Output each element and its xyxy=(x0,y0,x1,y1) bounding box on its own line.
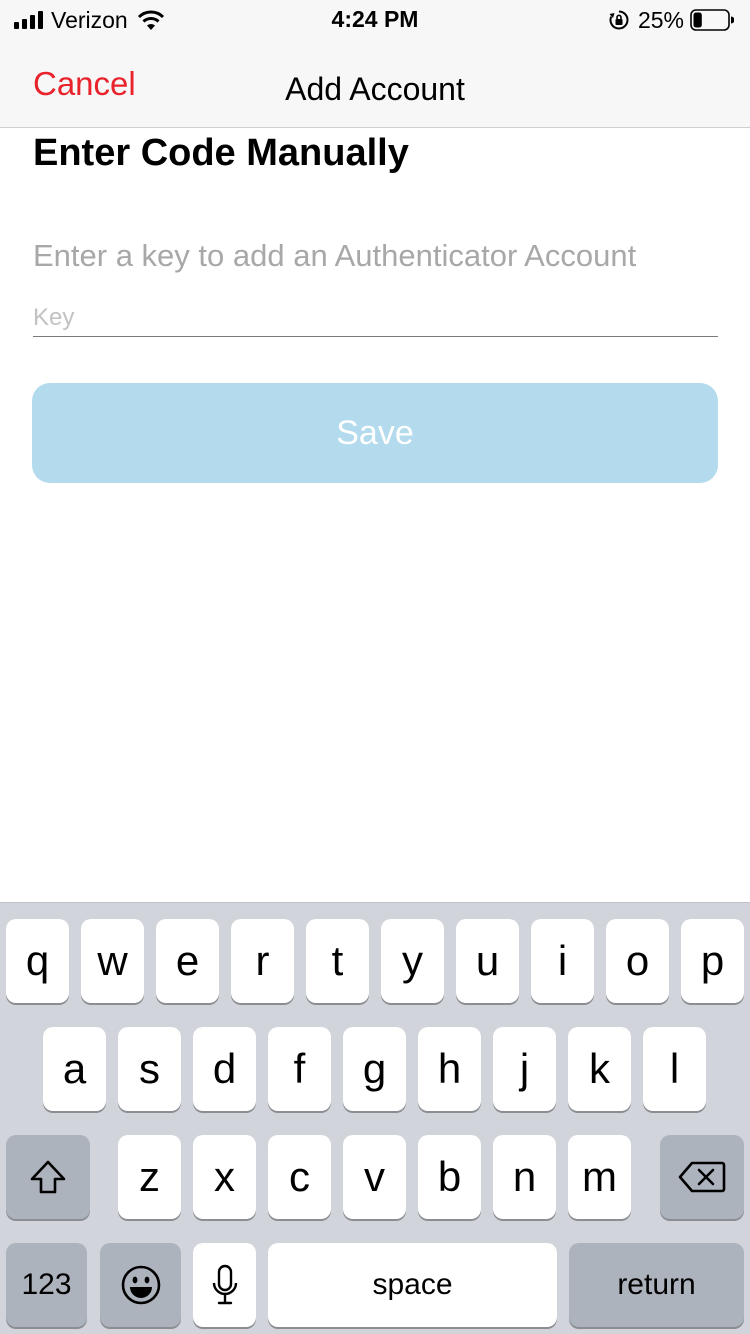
key-e[interactable]: e xyxy=(156,919,219,1003)
key-b[interactable]: b xyxy=(418,1135,481,1219)
instruction-text: Enter a key to add an Authenticator Acco… xyxy=(33,238,637,273)
key-p[interactable]: p xyxy=(681,919,744,1003)
key-m[interactable]: m xyxy=(568,1135,631,1219)
dictation-key[interactable] xyxy=(193,1243,256,1327)
key-t[interactable]: t xyxy=(306,919,369,1003)
key-y[interactable]: y xyxy=(381,919,444,1003)
key-g[interactable]: g xyxy=(343,1027,406,1111)
nav-title: Add Account xyxy=(285,71,465,107)
numbers-key[interactable]: 123 xyxy=(6,1243,87,1327)
key-l[interactable]: l xyxy=(643,1027,706,1111)
page-title: Enter Code Manually xyxy=(33,132,409,174)
key-o[interactable]: o xyxy=(606,919,669,1003)
key-h[interactable]: h xyxy=(418,1027,481,1111)
key-c[interactable]: c xyxy=(268,1135,331,1219)
key-z[interactable]: z xyxy=(118,1135,181,1219)
battery-percent: 25% xyxy=(637,6,684,33)
key-i[interactable]: i xyxy=(531,919,594,1003)
save-button[interactable]: Save xyxy=(32,383,718,483)
key-s[interactable]: s xyxy=(118,1027,181,1111)
microphone-icon xyxy=(212,1264,237,1305)
shift-key[interactable] xyxy=(6,1135,90,1219)
shift-icon xyxy=(30,1160,66,1194)
key-a[interactable]: a xyxy=(43,1027,106,1111)
space-key[interactable]: space xyxy=(268,1243,557,1327)
rotation-lock-icon xyxy=(609,10,629,30)
return-key[interactable]: return xyxy=(569,1243,744,1327)
key-input[interactable] xyxy=(33,299,718,337)
key-v[interactable]: v xyxy=(343,1135,406,1219)
key-q[interactable]: q xyxy=(6,919,69,1003)
key-w[interactable]: w xyxy=(81,919,144,1003)
emoji-key[interactable] xyxy=(100,1243,181,1327)
delete-icon xyxy=(678,1161,726,1193)
key-r[interactable]: r xyxy=(231,919,294,1003)
delete-key[interactable] xyxy=(660,1135,744,1219)
status-right: 25% xyxy=(608,6,734,34)
key-k[interactable]: k xyxy=(568,1027,631,1111)
navigation-bar: Cancel Add Account xyxy=(0,40,750,128)
key-f[interactable]: f xyxy=(268,1027,331,1111)
key-n[interactable]: n xyxy=(493,1135,556,1219)
battery-icon xyxy=(690,9,734,31)
keyboard: q w e r t y u i o p a s d f g h j k l z … xyxy=(0,902,750,1334)
key-x[interactable]: x xyxy=(193,1135,256,1219)
key-j[interactable]: j xyxy=(493,1027,556,1111)
status-bar: Verizon 4:24 PM 25% xyxy=(0,0,750,40)
key-d[interactable]: d xyxy=(193,1027,256,1111)
key-u[interactable]: u xyxy=(456,919,519,1003)
emoji-icon xyxy=(121,1265,160,1305)
